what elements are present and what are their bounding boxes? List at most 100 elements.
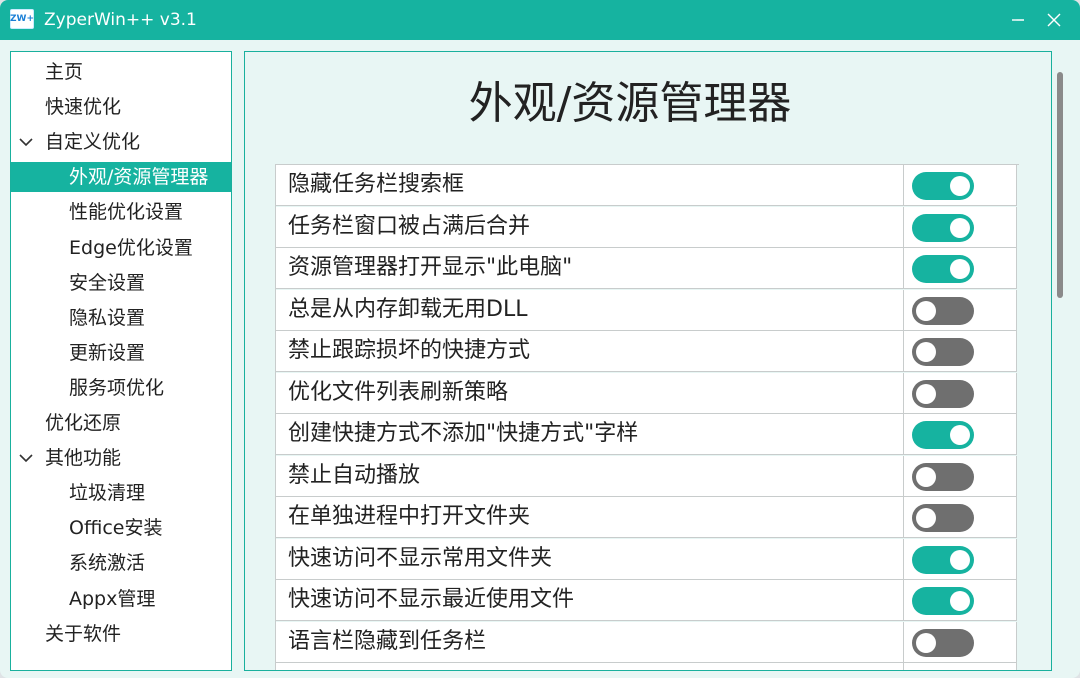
setting-row: 总是从内存卸载无用DLL xyxy=(276,289,1019,332)
toggle-knob xyxy=(950,259,970,279)
toggle-knob xyxy=(916,383,936,404)
sidebar-item[interactable]: 更新设置 xyxy=(11,338,231,368)
sidebar-item[interactable]: 主页 xyxy=(11,57,231,87)
sidebar-item-label: 优化还原 xyxy=(45,412,122,434)
sidebar-item[interactable]: 系统激活 xyxy=(11,548,231,578)
setting-label: 语言栏隐藏到任务栏 xyxy=(276,621,904,663)
sidebar-item[interactable]: 自定义优化 xyxy=(11,127,231,157)
scrollbar-thumb[interactable] xyxy=(1057,72,1063,298)
setting-toggle-cell xyxy=(904,414,1017,455)
sidebar-item-label: 安全设置 xyxy=(69,271,146,294)
setting-toggle-cell xyxy=(904,580,1017,621)
close-button[interactable] xyxy=(1040,6,1068,34)
setting-toggle-cell xyxy=(904,248,1017,289)
chevron-down-icon[interactable] xyxy=(19,452,33,464)
sidebar-item[interactable]: 关于软件 xyxy=(11,619,231,649)
app-logo-icon: ZW+ xyxy=(10,9,34,29)
setting-row: 创建快捷方式不添加"快捷方式"字样 xyxy=(276,414,1019,456)
sidebar-item[interactable]: Edge优化设置 xyxy=(11,233,231,263)
close-icon xyxy=(1047,13,1061,27)
setting-label: 隐藏任务栏搜索框 xyxy=(276,165,904,206)
chevron-down-icon[interactable] xyxy=(19,136,33,148)
sidebar-item-label: 系统激活 xyxy=(69,552,146,575)
setting-row: 任务栏窗口被占满后合并 xyxy=(276,206,1019,249)
sidebar-item[interactable]: 优化还原 xyxy=(11,408,231,438)
setting-label: 禁止自动播放 xyxy=(276,455,904,497)
setting-toggle-switch[interactable] xyxy=(912,338,974,366)
sidebar-item[interactable]: 其他功能 xyxy=(11,443,231,473)
toggle-knob xyxy=(916,466,936,487)
toggle-knob xyxy=(916,632,936,653)
toggle-knob xyxy=(916,300,936,321)
minimize-button[interactable] xyxy=(1004,6,1032,34)
setting-row: 资源管理器打开显示"此电脑" xyxy=(276,248,1019,290)
sidebar-item-label: 外观/资源管理器 xyxy=(69,166,209,189)
sidebar-item[interactable]: 垃圾清理 xyxy=(11,478,231,508)
setting-toggle-switch[interactable] xyxy=(912,504,974,532)
sidebar-item[interactable]: 隐私设置 xyxy=(11,303,231,333)
toggle-knob xyxy=(950,217,970,238)
toggle-knob xyxy=(916,508,936,528)
setting-label xyxy=(276,663,904,670)
sidebar-item-label: 隐私设置 xyxy=(69,306,146,329)
setting-toggle-switch[interactable] xyxy=(912,421,974,449)
sidebar-item[interactable]: 安全设置 xyxy=(11,268,231,298)
setting-label: 禁止跟踪损坏的快捷方式 xyxy=(276,331,904,372)
sidebar-item-label: Edge优化设置 xyxy=(69,236,193,259)
setting-toggle-switch[interactable] xyxy=(912,255,974,283)
sidebar-item-label: 自定义优化 xyxy=(45,131,141,154)
sidebar-item-label: 垃圾清理 xyxy=(69,482,146,505)
setting-label: 在单独进程中打开文件夹 xyxy=(276,497,904,538)
sidebar-item[interactable]: Office安装 xyxy=(11,513,231,543)
setting-label: 总是从内存卸载无用DLL xyxy=(276,289,904,331)
toggle-knob xyxy=(950,591,970,611)
setting-toggle-switch[interactable] xyxy=(912,545,974,574)
setting-row: 快速访问不显示常用文件夹 xyxy=(276,538,1019,581)
setting-toggle-cell xyxy=(904,663,1017,671)
sidebar-item-label: 关于软件 xyxy=(45,622,122,645)
setting-toggle-switch[interactable] xyxy=(912,379,974,408)
title-bar[interactable]: ZW+ ZyperWin++ v3.1 xyxy=(0,0,1080,40)
settings-table: 隐藏任务栏搜索框 任务栏窗口被占满后合并 资源管理器打开显示"此电脑" 总是从内存卸载… xyxy=(275,164,1019,671)
setting-toggle-switch[interactable] xyxy=(912,172,974,200)
sidebar-item[interactable]: 服务项优化 xyxy=(11,373,231,403)
setting-toggle-switch[interactable] xyxy=(912,462,974,491)
toggle-knob xyxy=(950,176,970,196)
setting-row-partial xyxy=(276,663,1019,671)
sidebar-item[interactable]: 性能优化设置 xyxy=(11,197,231,227)
toggle-knob xyxy=(950,549,970,570)
setting-row: 优化文件列表刷新策略 xyxy=(276,372,1019,415)
setting-toggle-switch[interactable] xyxy=(912,628,974,657)
setting-toggle-cell xyxy=(904,538,1017,580)
page-title: 外观/资源管理器 xyxy=(468,78,792,129)
sidebar-item[interactable]: Appx管理 xyxy=(11,584,231,614)
setting-toggle-switch[interactable] xyxy=(912,213,974,242)
sidebar-item[interactable]: 外观/资源管理器 xyxy=(11,162,231,193)
setting-toggle-cell xyxy=(904,289,1017,331)
setting-toggle-cell xyxy=(904,165,1017,206)
minimize-icon xyxy=(1012,19,1024,21)
sidebar-item-label: 快速优化 xyxy=(45,96,122,119)
setting-toggle-cell xyxy=(904,372,1017,414)
toggle-knob xyxy=(916,342,936,362)
setting-row: 禁止跟踪损坏的快捷方式 xyxy=(276,331,1019,373)
setting-toggle-switch[interactable] xyxy=(912,587,974,615)
window-title: ZyperWin++ v3.1 xyxy=(44,10,197,30)
sidebar-item-label: Appx管理 xyxy=(69,587,156,610)
sidebar-item-label: 其他功能 xyxy=(45,447,122,470)
setting-label: 资源管理器打开显示"此电脑" xyxy=(276,248,904,289)
sidebar-item-label: 更新设置 xyxy=(69,341,146,364)
sidebar-item-label: Office安装 xyxy=(69,517,163,540)
setting-row: 语言栏隐藏到任务栏 xyxy=(276,621,1019,664)
app-window: ZW+ ZyperWin++ v3.1 主页 快速优化 自定义优化 外观/资源管理器性… xyxy=(0,0,1080,678)
sidebar-item[interactable]: 快速优化 xyxy=(11,92,231,122)
sidebar-item-label: 性能优化设置 xyxy=(69,201,184,224)
setting-toggle-switch[interactable] xyxy=(912,670,974,671)
setting-label: 优化文件列表刷新策略 xyxy=(276,372,904,414)
sidebar-item-label: 主页 xyxy=(45,61,84,83)
setting-toggle-switch[interactable] xyxy=(912,296,974,325)
setting-toggle-cell xyxy=(904,455,1017,497)
setting-label: 快速访问不显示常用文件夹 xyxy=(276,538,904,580)
setting-row: 快速访问不显示最近使用文件 xyxy=(276,580,1019,622)
setting-label: 快速访问不显示最近使用文件 xyxy=(276,580,904,621)
